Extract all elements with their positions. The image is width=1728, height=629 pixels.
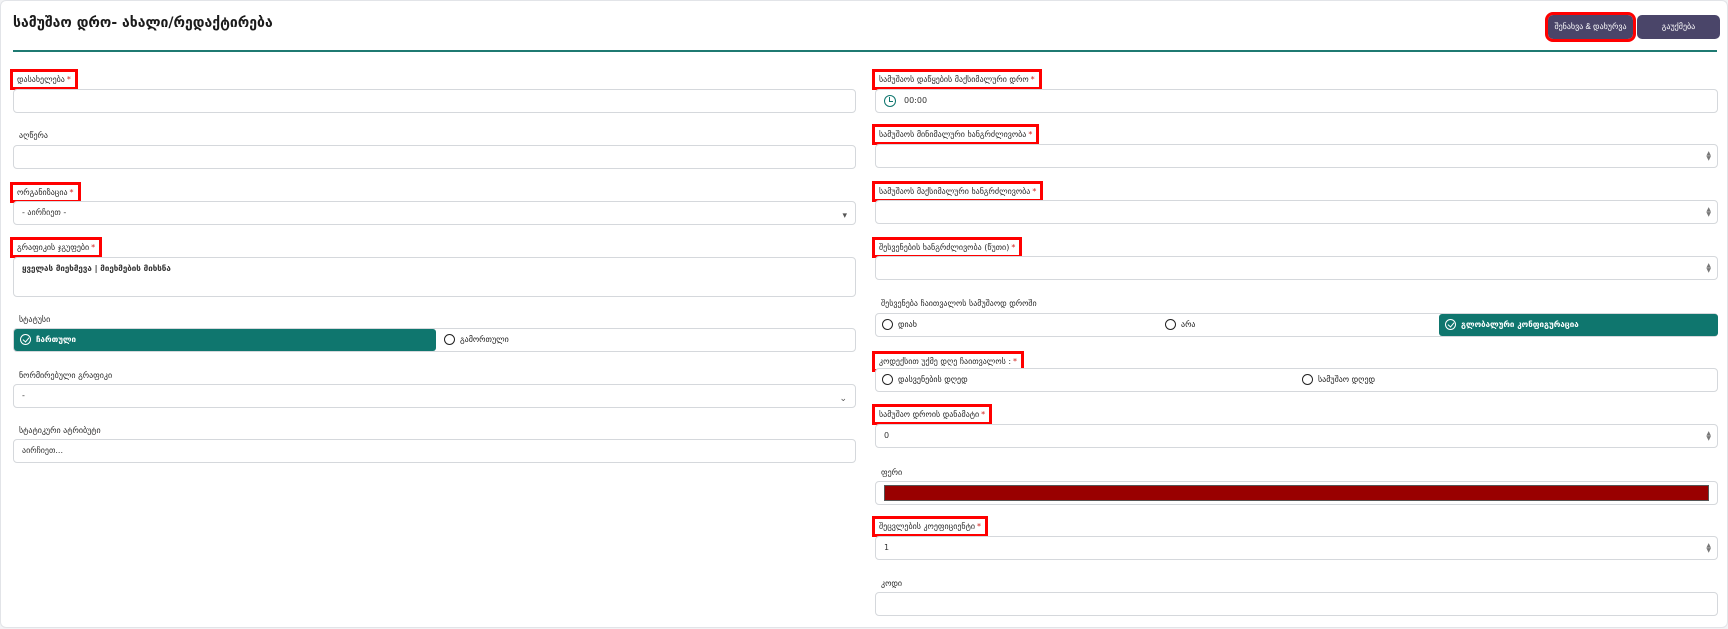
max-start-time-input[interactable]: 00:00 bbox=[875, 89, 1718, 113]
static-attribute-select[interactable]: აირჩიეთ... bbox=[13, 439, 856, 463]
stepper-arrows-icon[interactable]: ▲ ▼ bbox=[1706, 151, 1711, 162]
color-swatch[interactable] bbox=[884, 485, 1709, 501]
rounding-option-work-day[interactable]: სამუშაო დღედ bbox=[1296, 369, 1375, 391]
radio-circle-icon bbox=[1302, 374, 1313, 385]
status-radio-group: ჩართული გამორთული bbox=[13, 328, 856, 352]
stepper-arrows-icon[interactable]: ▲ ▼ bbox=[1706, 207, 1711, 218]
break-option-no[interactable]: არა bbox=[1159, 314, 1196, 336]
name-label: დასახელება * bbox=[10, 69, 78, 90]
shift-coefficient-input[interactable]: 1 ▲ ▼ bbox=[875, 536, 1718, 560]
code-input[interactable] bbox=[875, 592, 1718, 616]
max-start-time-label: სამუშაოს დაწყების მაქსიმალური დრო * bbox=[872, 69, 1042, 90]
rounding-option-rest-day[interactable]: დასვენების დღედ bbox=[876, 369, 968, 391]
max-duration-label: სამუშაოს მაქსიმალური ხანგრძლივობა * bbox=[871, 181, 1044, 202]
rounding-day-radio-group: დასვენების დღედ სამუშაო დღედ bbox=[875, 368, 1718, 392]
description-label: აღწერა bbox=[19, 131, 48, 140]
max-duration-input[interactable]: ▲ ▼ bbox=[875, 200, 1718, 224]
radio-circle-icon bbox=[444, 334, 455, 345]
work-time-coefficient-label: სამუშაო დროის დანამატი * bbox=[871, 404, 993, 425]
description-input[interactable] bbox=[13, 145, 856, 169]
stepper-arrows-icon[interactable]: ▲ ▼ bbox=[1706, 431, 1711, 442]
color-label: ფერი bbox=[881, 468, 903, 477]
radio-circle-icon bbox=[1165, 319, 1176, 330]
organization-select[interactable]: - აირჩიეთ - ▾ bbox=[13, 201, 856, 225]
name-input[interactable] bbox=[13, 89, 856, 113]
rounding-day-label: კოდექსით უქმე დღე ჩაითვალოს : * bbox=[871, 351, 1025, 372]
clock-icon bbox=[884, 95, 896, 107]
work-time-coefficient-input[interactable]: 0 ▲ ▼ bbox=[875, 424, 1718, 448]
stepper-arrows-icon[interactable]: ▲ ▼ bbox=[1706, 263, 1711, 274]
radio-circle-icon bbox=[882, 374, 893, 385]
chevron-down-icon: ⌄ bbox=[839, 394, 847, 404]
max-start-time-value: 00:00 bbox=[904, 96, 928, 105]
default-schedule-select[interactable]: - ⌄ bbox=[13, 384, 856, 408]
color-picker[interactable] bbox=[875, 481, 1718, 505]
stepper-arrows-icon[interactable]: ▲ ▼ bbox=[1706, 543, 1711, 554]
default-schedule-label: ნორმირებული გრაფიკი bbox=[19, 371, 113, 380]
break-duration-input[interactable]: ▲ ▼ bbox=[875, 256, 1718, 280]
break-option-global-config[interactable]: გლობალური კონფიგურაცია bbox=[1439, 314, 1718, 336]
schedule-groups-label: გრაფიკის ჯგუფები * bbox=[9, 237, 103, 258]
break-duration-label: შესვენების ხანგრძლივობა (წუთი) * bbox=[871, 237, 1023, 258]
right-column: სამუშაოს დაწყების მაქსიმალური დრო * 00:00… bbox=[871, 1, 1718, 629]
organization-selected-value: - აირჩიეთ - bbox=[22, 208, 67, 217]
static-attribute-label: სტატიკური ატრიბუტი bbox=[19, 426, 101, 435]
min-duration-label: სამუშაოს მინიმალური ხანგრძლივობა * bbox=[871, 124, 1040, 145]
check-circle-icon bbox=[1445, 319, 1456, 330]
status-option-disabled[interactable]: გამორთული bbox=[438, 329, 509, 351]
radio-circle-icon bbox=[882, 319, 893, 330]
chevron-down-icon: ▾ bbox=[842, 211, 847, 221]
check-circle-icon bbox=[20, 334, 31, 345]
default-schedule-selected-value: - bbox=[22, 391, 25, 400]
left-column: დასახელება * აღწერა ორგანიზაცია * - აირჩიე… bbox=[9, 1, 856, 629]
organization-label: ორგანიზაცია * bbox=[10, 182, 81, 203]
break-option-yes[interactable]: დიახ bbox=[876, 314, 917, 336]
shift-coefficient-label: შეცვლების კოეფიციენტი * bbox=[872, 516, 988, 537]
code-label: კოდი bbox=[881, 579, 903, 588]
schedule-groups-input[interactable]: ყველას მიეხმევა | მიეხმების მიხსნა bbox=[13, 257, 856, 297]
work-time-form-page: სამუშაო დრო- ახალი/რედაქტირება შენახვა &… bbox=[0, 0, 1728, 628]
status-label: სტატუსი bbox=[19, 315, 51, 324]
break-in-work-time-radio-group: დიახ არა გლობალური კონფიგურაცია bbox=[875, 313, 1718, 337]
status-option-enabled[interactable]: ჩართული bbox=[14, 329, 436, 351]
break-in-work-time-label: შესვენება ჩაითვალოს სამუშაოდ დროში bbox=[881, 299, 1037, 308]
min-duration-input[interactable]: ▲ ▼ bbox=[875, 144, 1718, 168]
